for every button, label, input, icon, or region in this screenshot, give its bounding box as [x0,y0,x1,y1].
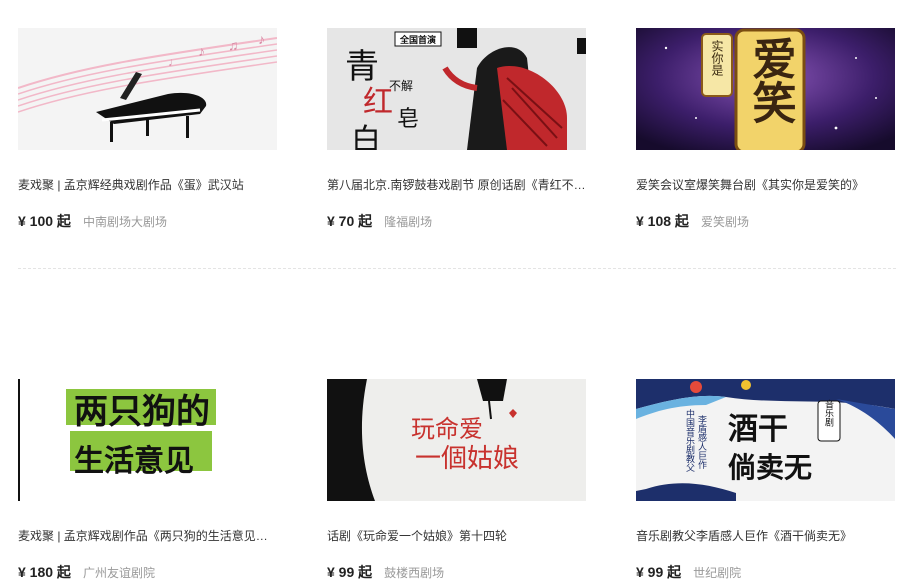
svg-text:实你是: 实你是 [710,39,724,77]
show-title[interactable]: 麦戏聚 | 孟京辉经典戏剧作品《蛋》武汉站 [18,177,277,193]
svg-text:♫: ♫ [228,37,239,53]
show-price: ¥ 70 起 [327,213,373,229]
svg-text:爱笑: 爱笑 [746,36,797,124]
show-title[interactable]: 爱笑会议室爆笑舞台剧《其实你是爱笑的》 [636,177,895,193]
svg-text:白: 白 [351,123,381,150]
show-venue: 广州友谊剧院 [82,566,155,580]
svg-text:青: 青 [345,47,379,87]
show-poster-wanming[interactable]: 玩命爱 一個姑娘 [327,379,586,501]
svg-text:李盾感人巨作: 李盾感人巨作 [697,414,707,470]
show-price: ¥ 99 起 [636,564,682,580]
show-poster-jiugan[interactable]: 音乐剧 李盾感人巨作 中国音乐剧教父 酒干 倘卖无 [636,379,895,501]
show-card[interactable]: ♪ ♫ ♪ ♩ 麦戏聚 | 孟京辉经典戏剧作品《蛋》武汉站 ¥ 100 起 中南… [18,28,277,231]
piano-poster-icon: ♪ ♫ ♪ ♩ [18,28,277,150]
svg-text:酒干: 酒干 [728,412,788,447]
svg-text:♩: ♩ [168,55,180,69]
show-poster-piano[interactable]: ♪ ♫ ♪ ♩ [18,28,277,150]
qinghong-poster-icon: 全国首演 青 不解 红 皂 白 [327,28,586,150]
price-line: ¥ 108 起 爱笑剧场 [636,211,895,231]
svg-text:红: 红 [363,85,393,120]
show-title[interactable]: 麦戏聚 | 孟京辉戏剧作品《两只狗的生活意见》武汉站 [18,528,277,544]
show-title[interactable]: 音乐剧教父李盾感人巨作《酒干倘卖无》 [636,528,895,544]
svg-text:倘卖无: 倘卖无 [728,451,812,484]
price-line: ¥ 100 起 中南剧场大剧场 [18,211,277,231]
show-card[interactable]: 实你是 爱笑 爱笑会议室爆笑舞台剧《其实你是爱笑的》 ¥ 108 起 爱笑剧场 [636,28,895,231]
show-venue: 鼓楼西剧场 [384,566,445,580]
show-row-1: ♪ ♫ ♪ ♩ 麦戏聚 | 孟京辉经典戏剧作品《蛋》武汉站 ¥ 100 起 中南… [18,28,896,231]
price-line: ¥ 70 起 隆福剧场 [327,211,586,231]
svg-text:皂: 皂 [397,107,419,132]
jiugan-poster-icon: 音乐剧 李盾感人巨作 中国音乐剧教父 酒干 倘卖无 [636,379,895,501]
show-venue: 爱笑剧场 [700,215,749,229]
svg-text:生活意见: 生活意见 [74,444,194,478]
show-title[interactable]: 话剧《玩命爱一个姑娘》第十四轮 [327,528,586,544]
svg-text:♪: ♪ [198,43,205,59]
show-venue: 中南剧场大剧场 [82,215,167,229]
show-card[interactable]: 玩命爱 一個姑娘 话剧《玩命爱一个姑娘》第十四轮 ¥ 99 起 鼓楼西剧场 [327,379,586,582]
price-line: ¥ 180 起 广州友谊剧院 [18,562,277,582]
show-poster-dogs[interactable]: 两只狗的 生活意见 [18,379,277,501]
svg-text:玩命爱: 玩命爱 [411,415,483,443]
show-venue: 隆福剧场 [384,215,433,229]
show-price: ¥ 100 起 [18,213,71,229]
show-poster-qinghong[interactable]: 全国首演 青 不解 红 皂 白 [327,28,586,150]
show-price: ¥ 99 起 [327,564,373,580]
show-card[interactable]: 两只狗的 生活意见 麦戏聚 | 孟京辉戏剧作品《两只狗的生活意见》武汉站 ¥ 1… [18,379,277,582]
price-line: ¥ 99 起 世纪剧院 [636,562,895,582]
show-venue: 世纪剧院 [693,566,742,580]
svg-text:一個姑娘: 一個姑娘 [415,444,519,474]
aixiao-poster-icon: 实你是 爱笑 [636,28,895,150]
svg-text:♪: ♪ [258,31,265,47]
show-poster-aixiao[interactable]: 实你是 爱笑 [636,28,895,150]
show-grid: ♪ ♫ ♪ ♩ 麦戏聚 | 孟京辉经典戏剧作品《蛋》武汉站 ¥ 100 起 中南… [18,28,896,582]
row-divider [18,268,896,269]
price-line: ¥ 99 起 鼓楼西剧场 [327,562,586,582]
show-row-2: 两只狗的 生活意见 麦戏聚 | 孟京辉戏剧作品《两只狗的生活意见》武汉站 ¥ 1… [18,379,896,582]
wanming-poster-icon: 玩命爱 一個姑娘 [327,379,586,501]
svg-text:中国音乐剧教父: 中国音乐剧教父 [685,408,695,472]
poster-tag: 全国首演 [399,34,436,45]
show-price: ¥ 180 起 [18,564,71,580]
show-price: ¥ 108 起 [636,213,689,229]
show-title[interactable]: 第八届北京.南锣鼓巷戏剧节 原创话剧《青红不解皂白》 [327,177,586,193]
svg-text:音乐剧: 音乐剧 [824,398,834,427]
dogs-poster-icon: 两只狗的 生活意见 [18,379,277,501]
show-card[interactable]: 全国首演 青 不解 红 皂 白 第八届北京.南锣鼓巷戏剧节 原创话剧《青红不解皂… [327,28,586,231]
show-card[interactable]: 音乐剧 李盾感人巨作 中国音乐剧教父 酒干 倘卖无 音乐剧教父李盾感人巨作《酒干… [636,379,895,582]
svg-text:两只狗的: 两只狗的 [74,393,210,431]
